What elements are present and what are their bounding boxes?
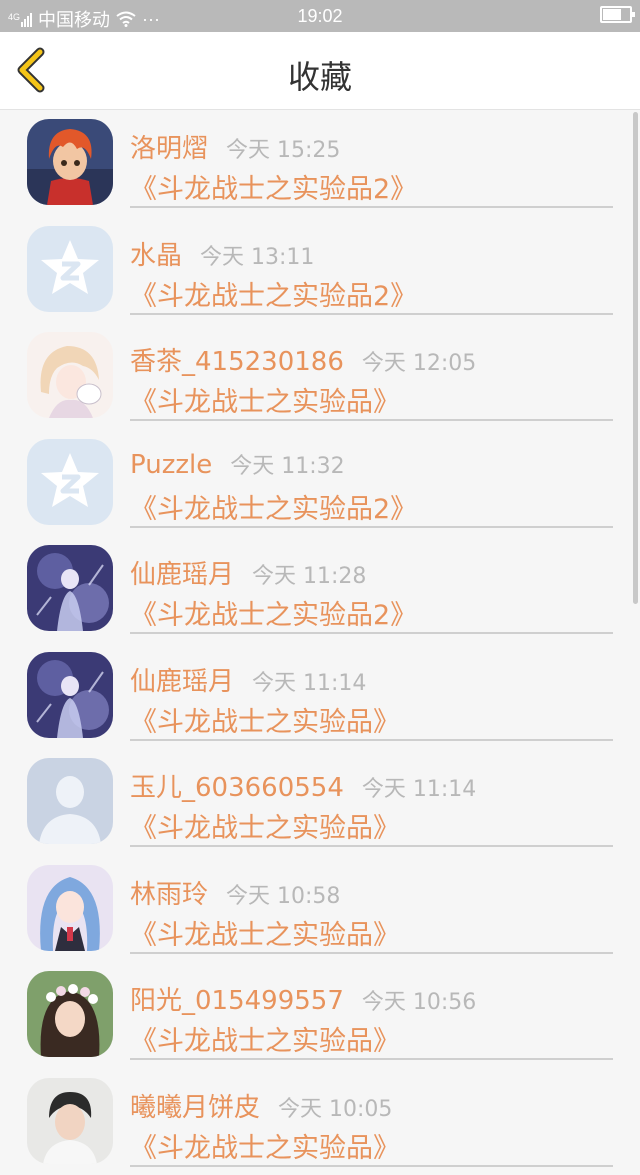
item-name: 曦曦月饼皮今天 10:05 <box>130 1087 392 1124</box>
username: 香茶_415230186 <box>130 347 344 377</box>
list-item[interactable]: Puzzle 今天 11:32 《斗龙战士之实验品2》 <box>0 430 640 537</box>
avatar[interactable] <box>27 545 113 631</box>
list-item[interactable]: 玉儿_603660554 今天 11:14 《斗龙战士之实验品》 <box>0 749 640 856</box>
list-item[interactable]: 阳光_015499557 今天 10:56 《斗龙战士之实验品》 <box>0 962 640 1069</box>
username: 仙鹿瑶月 <box>130 560 234 590</box>
divider <box>130 206 613 208</box>
username: 曦曦月饼皮 <box>130 1093 260 1123</box>
item-name: 林雨玲今天 10:58 <box>130 874 340 911</box>
status-right <box>600 6 632 23</box>
divider <box>130 419 613 421</box>
list-item[interactable]: 水晶今天 13:11 《斗龙战士之实验品2》 <box>0 217 640 324</box>
divider <box>130 845 613 847</box>
favorites-list: 洛明熠今天 15:25 《斗龙战士之实验品2》 水晶今天 13:11 《斗龙战士… <box>0 110 640 1175</box>
avatar[interactable] <box>27 119 113 205</box>
avatar[interactable] <box>27 1078 113 1164</box>
navigation-bar: 收藏 <box>0 32 640 110</box>
divider <box>130 739 613 741</box>
item-title: 《斗龙战士之实验品》 <box>130 700 400 739</box>
list-item[interactable]: 香茶_415230186 今天 12:05 《斗龙战士之实验品》 <box>0 323 640 430</box>
item-title: 《斗龙战士之实验品2》 <box>130 487 417 526</box>
boy-photo-avatar-icon <box>27 1078 113 1164</box>
avatar[interactable] <box>27 226 113 312</box>
list-item[interactable]: 林雨玲今天 10:58 《斗龙战士之实验品》 <box>0 856 640 963</box>
avatar[interactable] <box>27 332 113 418</box>
divider <box>130 952 613 954</box>
girl-photo-avatar-icon <box>27 971 113 1057</box>
anime-boy-avatar-icon <box>27 119 113 205</box>
item-title: 《斗龙战士之实验品2》 <box>130 274 417 313</box>
battery-icon <box>600 6 632 23</box>
username: 洛明熠 <box>130 134 208 164</box>
item-time: 今天 15:25 <box>226 138 340 163</box>
username: 玉儿_603660554 <box>130 773 344 803</box>
sketch-girl-avatar-icon <box>27 332 113 418</box>
item-time: 今天 11:28 <box>252 564 366 589</box>
qq-star-avatar-icon <box>27 439 113 525</box>
item-name: 水晶今天 13:11 <box>130 235 314 272</box>
item-time: 今天 13:11 <box>200 245 314 270</box>
item-time: 今天 11:14 <box>252 671 366 696</box>
avatar[interactable] <box>27 971 113 1057</box>
username: 水晶 <box>130 241 182 271</box>
username: 林雨玲 <box>130 880 208 910</box>
status-time: 19:02 <box>0 6 640 27</box>
default-person-avatar-icon <box>27 758 113 844</box>
status-bar: 4G 中国移动 ··· 19:02 <box>0 0 640 32</box>
avatar[interactable] <box>27 865 113 951</box>
item-title: 《斗龙战士之实验品》 <box>130 1126 400 1165</box>
item-title: 《斗龙战士之实验品》 <box>130 1019 400 1058</box>
username: 阳光_015499557 <box>130 986 344 1016</box>
item-name: 洛明熠今天 15:25 <box>130 128 340 165</box>
item-time: 今天 11:14 <box>362 777 476 802</box>
divider <box>130 1165 613 1167</box>
avatar[interactable] <box>27 439 113 525</box>
item-name: 仙鹿瑶月今天 11:28 <box>130 554 366 591</box>
item-name: Puzzle 今天 11:32 <box>130 448 345 480</box>
username: 仙鹿瑶月 <box>130 667 234 697</box>
item-title: 《斗龙战士之实验品2》 <box>130 167 417 206</box>
divider <box>130 632 613 634</box>
item-title: 《斗龙战士之实验品》 <box>130 806 400 845</box>
item-title: 《斗龙战士之实验品》 <box>130 913 400 952</box>
item-name: 香茶_415230186 今天 12:05 <box>130 341 476 378</box>
divider <box>130 526 613 528</box>
item-time: 今天 10:05 <box>278 1097 392 1122</box>
list-item[interactable]: 仙鹿瑶月今天 11:28 《斗龙战士之实验品2》 <box>0 536 640 643</box>
item-name: 仙鹿瑶月今天 11:14 <box>130 661 366 698</box>
divider <box>130 1058 613 1060</box>
anime-girl-avatar-icon <box>27 865 113 951</box>
qq-star-avatar-icon <box>27 226 113 312</box>
fantasy-avatar-icon <box>27 545 113 631</box>
fantasy-avatar-icon <box>27 652 113 738</box>
page-title: 收藏 <box>0 52 640 98</box>
divider <box>130 313 613 315</box>
item-time: 今天 11:32 <box>230 454 344 479</box>
avatar[interactable] <box>27 652 113 738</box>
item-name: 玉儿_603660554 今天 11:14 <box>130 767 476 804</box>
scrollbar[interactable] <box>633 112 638 604</box>
item-time: 今天 10:56 <box>362 990 476 1015</box>
item-time: 今天 12:05 <box>362 351 476 376</box>
list-item[interactable]: 曦曦月饼皮今天 10:05 《斗龙战士之实验品》 <box>0 1069 640 1175</box>
avatar[interactable] <box>27 758 113 844</box>
item-title: 《斗龙战士之实验品》 <box>130 380 400 419</box>
username: Puzzle <box>130 450 212 480</box>
item-name: 阳光_015499557 今天 10:56 <box>130 980 476 1017</box>
list-item[interactable]: 仙鹿瑶月今天 11:14 《斗龙战士之实验品》 <box>0 643 640 750</box>
list-item[interactable]: 洛明熠今天 15:25 《斗龙战士之实验品2》 <box>0 110 640 217</box>
item-title: 《斗龙战士之实验品2》 <box>130 593 417 632</box>
item-time: 今天 10:58 <box>226 884 340 909</box>
